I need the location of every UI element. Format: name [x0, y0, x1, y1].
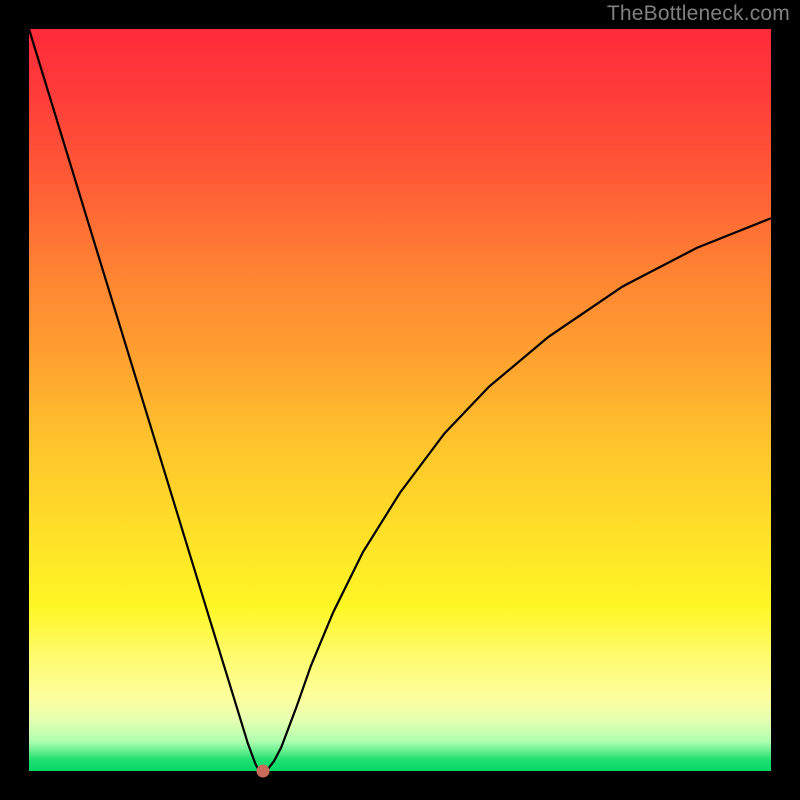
chart-container: TheBottleneck.com — [0, 0, 800, 800]
attribution-label: TheBottleneck.com — [607, 2, 790, 26]
bottleneck-curve-path — [29, 29, 771, 771]
bottleneck-curve-svg — [29, 29, 771, 771]
optimal-point-marker — [256, 765, 269, 778]
